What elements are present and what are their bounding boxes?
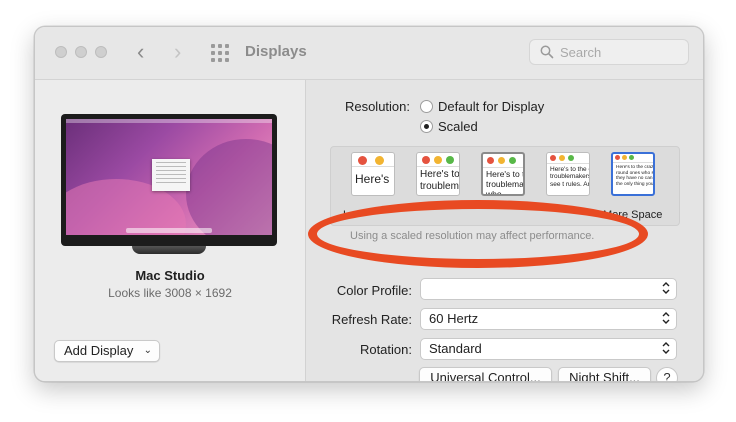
show-all-grid-icon[interactable] [211, 44, 229, 62]
back-chevron-icon[interactable]: ‹ [137, 40, 144, 64]
display-looks-like: Looks like 3008 × 1692 [108, 286, 232, 300]
search-icon [540, 45, 554, 59]
refresh-rate-value: 60 Hertz [429, 311, 479, 326]
window-title: Displays [245, 43, 307, 60]
wallpaper-preview [66, 119, 272, 235]
color-profile-select[interactable] [420, 278, 677, 300]
night-shift-button[interactable]: Night Shift... [558, 367, 651, 381]
close-window-button[interactable] [55, 46, 67, 58]
search-placeholder: Search [560, 45, 602, 60]
zoom-window-button[interactable] [95, 46, 107, 58]
search-field[interactable]: Search [529, 39, 689, 65]
rotation-select[interactable]: Standard [420, 338, 677, 360]
refresh-rate-select[interactable]: 60 Hertz [420, 308, 677, 330]
resolution-label: Resolution: [344, 99, 410, 114]
scale-option-3[interactable]: Here's to t troublema ones who [481, 152, 525, 196]
forward-chevron-icon[interactable]: › [174, 40, 181, 64]
radio-scaled-label: Scaled [438, 119, 478, 134]
help-button[interactable]: ? [656, 367, 678, 381]
refresh-rate-label: Refresh Rate: [331, 312, 412, 327]
displays-window: ‹ › Displays Search Mac Studio Looks lik… [34, 26, 704, 382]
display-image[interactable] [61, 114, 277, 246]
radio-default-label: Default for Display [438, 99, 545, 114]
up-down-chevron-icon [662, 342, 670, 354]
display-stand [132, 246, 206, 254]
title-bar: ‹ › Displays Search [35, 27, 703, 80]
universal-control-button[interactable]: Universal Control... [419, 367, 552, 381]
chevron-down-icon: ⌄ [143, 345, 152, 356]
up-down-chevron-icon [662, 282, 670, 294]
display-name: Mac Studio [135, 268, 205, 283]
scale-option-4[interactable]: Here's to the cr troublemakers. ones who… [546, 152, 590, 196]
scale-option-5-more-space[interactable]: Here's to the crazy one troublemakers. T… [611, 152, 655, 196]
rotation-label: Rotation: [359, 342, 412, 357]
radio-default-for-display[interactable] [420, 100, 433, 113]
rotation-value: Standard [429, 341, 482, 356]
minimize-window-button[interactable] [75, 46, 87, 58]
scale-option-1[interactable]: Here's [351, 152, 395, 196]
radio-scaled[interactable] [420, 120, 433, 133]
display-sidebar: Mac Studio Looks like 3008 × 1692 Add Di… [35, 80, 306, 381]
add-display-label: Add Display [64, 343, 134, 358]
scale-option-2[interactable]: Here's to troublem [416, 152, 460, 196]
up-down-chevron-icon [662, 312, 670, 324]
color-profile-label: Color Profile: [336, 283, 412, 298]
annotation-highlight-oval [308, 200, 648, 268]
add-display-button[interactable]: Add Display ⌄ [54, 340, 160, 362]
